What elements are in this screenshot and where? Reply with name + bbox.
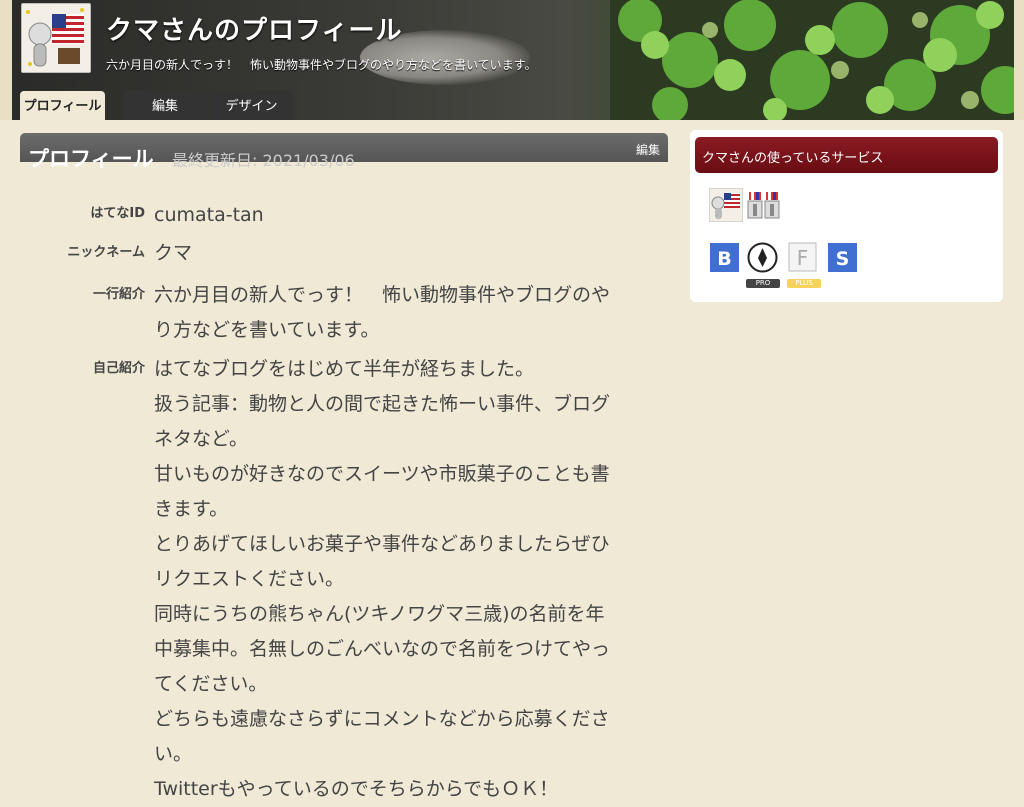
svg-text:S: S — [836, 248, 850, 270]
tab-profile[interactable]: プロフィール — [20, 91, 105, 120]
services-heading-bar: クマさんの使っているサービス — [695, 137, 998, 173]
tab-design[interactable]: デザイン — [210, 91, 293, 120]
header-border-left — [0, 0, 12, 120]
intro-line: TwitterもやっているのでそちらからでもＯＫ！ — [154, 778, 559, 800]
blog-description: 六か月目の新人でっす！ 怖い動物事件やブログのやり方などを書いています。 — [106, 58, 537, 72]
intro-value: はてなブログをはじめて半年が経ちました。 扱う記事：動物と人の間で起きた怖ーい事… — [154, 352, 659, 807]
pro-badge: PRO — [746, 279, 780, 288]
intro-line: きます。 — [154, 498, 229, 520]
intro-line: はてなブログをはじめて半年が経ちました。 — [154, 358, 535, 380]
maple-leaves-image — [610, 0, 1014, 120]
intro-line: 同時にうちの熊ちゃん(ツキノワグマ三歳)の名前を年 — [154, 603, 605, 625]
svg-text:B: B — [717, 248, 731, 270]
nickname-value: クマ — [154, 242, 193, 264]
user-avatar-small[interactable] — [709, 188, 743, 222]
oneline-line: 六か月目の新人でっす！ 怖い動物事件やブログのや — [154, 284, 611, 306]
intro-line: 甘いものが好きなのでスイーツや市販菓子のことも書 — [154, 463, 610, 485]
profile-heading-bar: プロフィール 最終更新日: 2021/03/06 編集 — [20, 133, 668, 171]
hatena-blog-pro-icon[interactable] — [747, 242, 778, 273]
profile-heading: プロフィール — [28, 147, 154, 171]
blog-title[interactable]: クマさんのプロフィール — [106, 10, 402, 47]
tab-edit[interactable]: 編集 — [123, 91, 207, 120]
intro-line: 扱う記事：動物と人の間で起きた怖ーい事件、ブログ — [154, 393, 611, 415]
intro-line: リクエストください。 — [154, 568, 345, 590]
blog-header: クマさんのプロフィール 六か月目の新人でっす！ 怖い動物事件やブログのやり方など… — [0, 0, 1024, 120]
hatena-id-label: はてなID — [90, 206, 145, 221]
oneline-value: 六か月目の新人でっす！ 怖い動物事件やブログのや り方などを書いています。 — [154, 278, 659, 348]
svg-text:F: F — [797, 246, 809, 270]
services-heading: クマさんの使っているサービス — [702, 151, 884, 166]
avatar-figure-icon — [22, 4, 90, 72]
nickname-label: ニックネーム — [67, 245, 145, 260]
plus-badge: PLUS — [787, 279, 821, 288]
medal-badges-icon[interactable] — [746, 192, 782, 220]
hatena-fotolife-icon[interactable]: F — [788, 242, 817, 272]
intro-label: 自己紹介 — [92, 361, 145, 376]
user-avatar[interactable] — [21, 3, 91, 73]
oneline-label: 一行紹介 — [92, 287, 145, 302]
intro-line: ネタなど。 — [154, 428, 249, 450]
hatena-bookmark-icon[interactable]: B — [710, 243, 739, 272]
oneline-line: り方などを書いています。 — [154, 319, 380, 341]
edit-profile-link[interactable]: 編集 — [636, 141, 660, 158]
header-border-right — [1014, 0, 1024, 120]
last-updated-date: 最終更新日: 2021/03/06 — [172, 151, 355, 170]
intro-line: てください。 — [154, 673, 268, 695]
hatena-id-value: cumata-tan — [154, 204, 264, 226]
intro-line: とりあげてほしいお菓子や事件などありましたらぜひ — [154, 533, 610, 555]
intro-line: い。 — [154, 743, 193, 765]
services-sidebar: クマさんの使っているサービス B PRO F PLUS S — [690, 130, 1003, 302]
hatena-star-icon[interactable]: S — [828, 243, 857, 272]
intro-line: 中募集中。名無しのごんべいなので名前をつけてやっ — [154, 638, 611, 660]
intro-line: どちらも遠慮なさらずにコメントなどから応募くださ — [154, 708, 610, 730]
